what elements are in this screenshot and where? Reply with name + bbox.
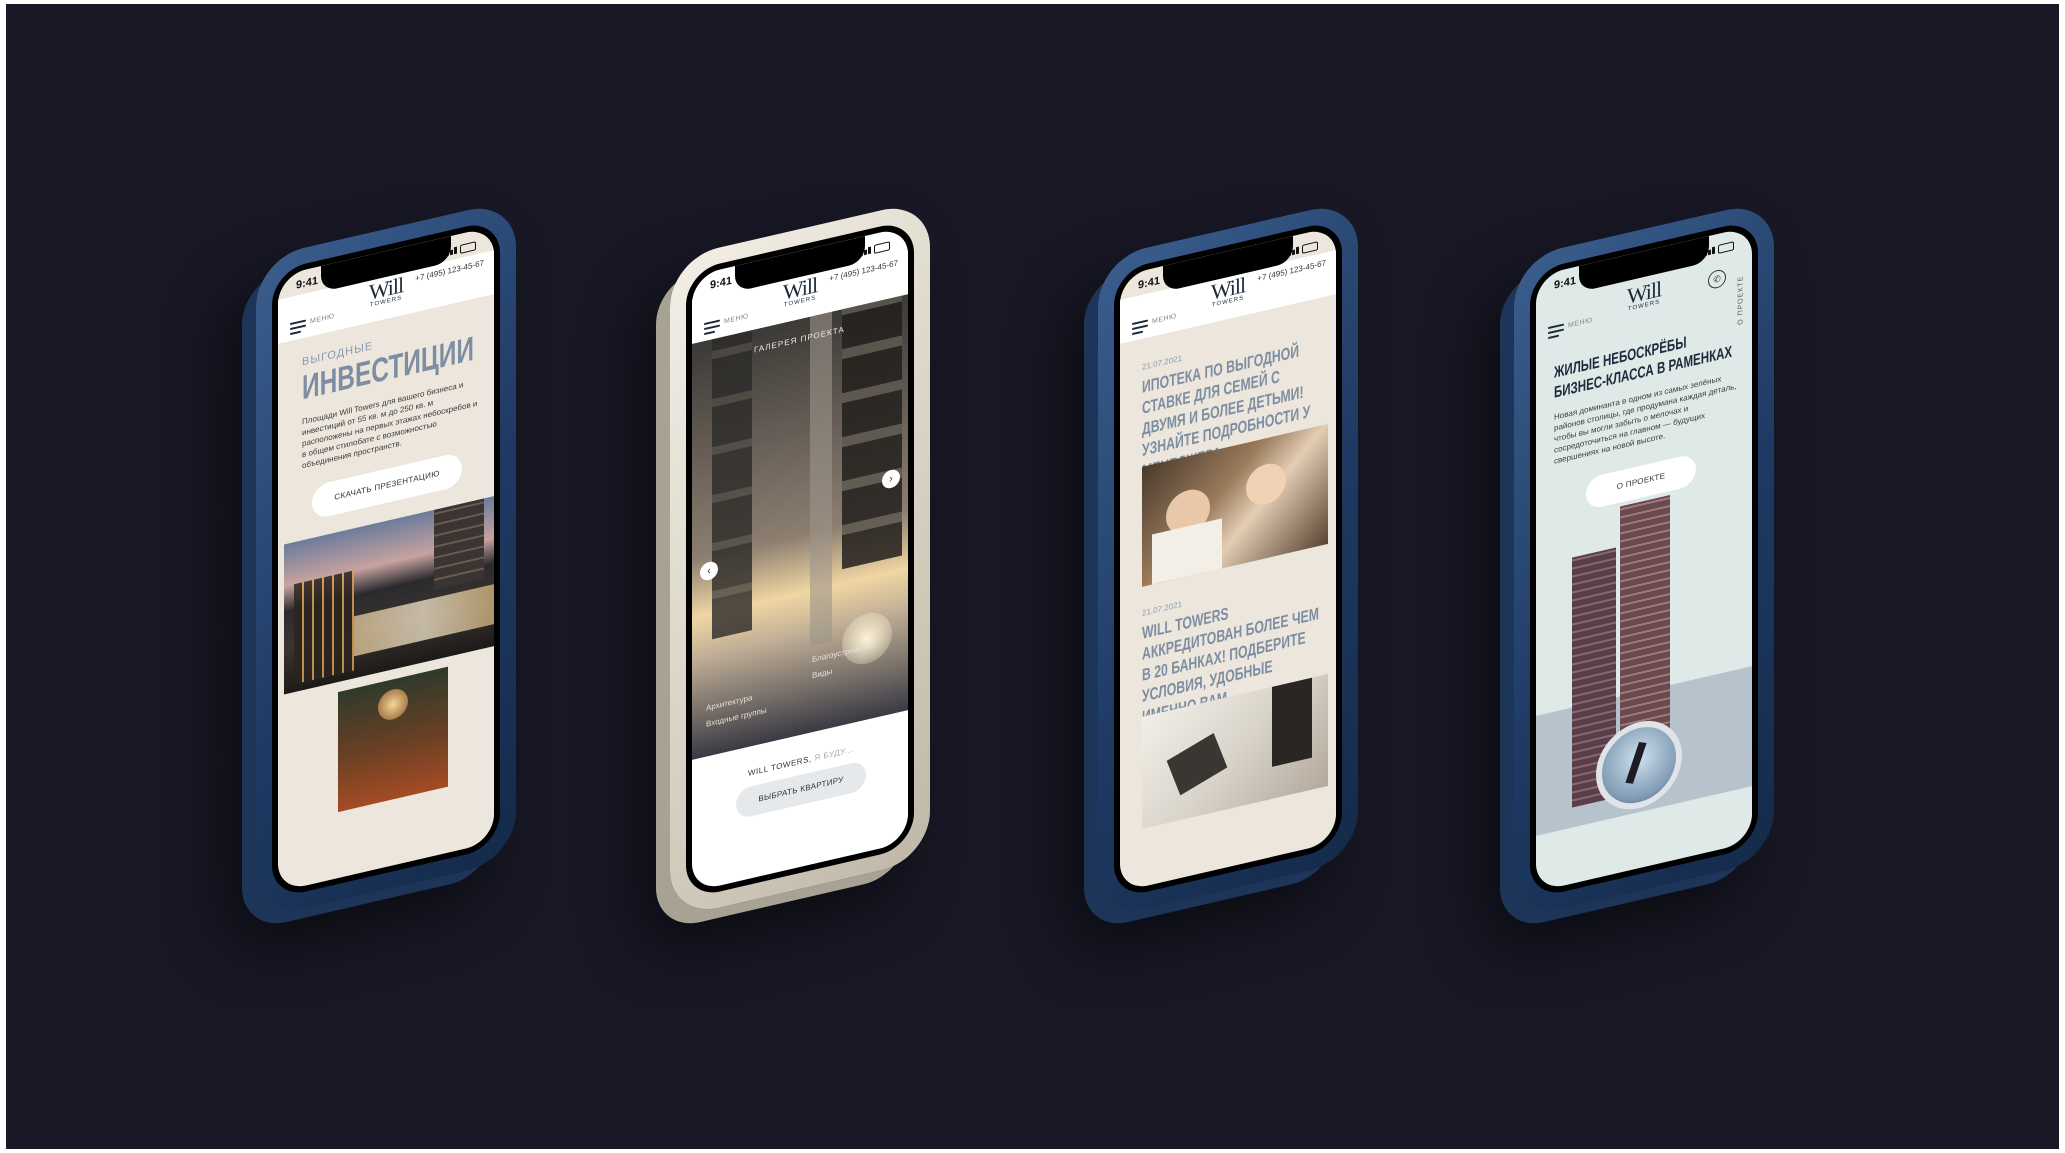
status-time: 9:41: [296, 274, 319, 292]
screen-news: 9:41 Will TOWERS +7 (495) 123-45-67 МЕНЮ …: [1120, 226, 1336, 892]
phone-mockup-investments: 9:41 Will TOWERS +7 (495) 123-45-67 МЕНЮ …: [256, 198, 516, 920]
mockup-background: 9:41 Will TOWERS +7 (495) 123-45-67 МЕНЮ …: [6, 4, 2059, 1149]
phone-mockup-gallery: 9:41 Will TOWERS +7 (495) 123-45-67 МЕНЮ …: [670, 198, 930, 920]
menu-label[interactable]: МЕНЮ: [1152, 313, 1177, 326]
interior-image: [338, 666, 448, 813]
menu-label[interactable]: МЕНЮ: [724, 313, 749, 326]
phone-screen: 9:41 Will TOWERS МЕНЮ ✆ О ПРОЕКТЕ ЖИЛЫЕ Н…: [1530, 218, 1758, 900]
menu-label[interactable]: МЕНЮ: [1568, 317, 1593, 330]
menu-icon[interactable]: [1132, 319, 1148, 336]
phone-mockup-about: 9:41 Will TOWERS МЕНЮ ✆ О ПРОЕКТЕ ЖИЛЫЕ Н…: [1514, 198, 1774, 920]
logo[interactable]: Will TOWERS: [1627, 276, 1661, 313]
phone-screen: 9:41 Will TOWERS +7 (495) 123-45-67 МЕНЮ …: [1114, 218, 1342, 900]
logo[interactable]: Will TOWERS: [783, 272, 817, 309]
screen-about: 9:41 Will TOWERS МЕНЮ ✆ О ПРОЕКТЕ ЖИЛЫЕ Н…: [1536, 226, 1752, 892]
menu-icon[interactable]: [704, 319, 720, 336]
tagline-suffix: Я БУДУ...: [814, 744, 853, 763]
status-time: 9:41: [1138, 274, 1161, 292]
phone-call-icon[interactable]: ✆: [1708, 268, 1726, 291]
building-render-image: [284, 494, 494, 695]
menu-icon[interactable]: [1548, 323, 1564, 340]
logo[interactable]: Will TOWERS: [369, 272, 403, 309]
status-time: 9:41: [1554, 274, 1577, 292]
screen-investments: 9:41 Will TOWERS +7 (495) 123-45-67 МЕНЮ …: [278, 226, 494, 892]
menu-label[interactable]: МЕНЮ: [310, 313, 335, 326]
status-time: 9:41: [710, 274, 733, 292]
phone-mockup-news: 9:41 Will TOWERS +7 (495) 123-45-67 МЕНЮ …: [1098, 198, 1358, 920]
phone-screen: 9:41 Will TOWERS +7 (495) 123-45-67 МЕНЮ …: [686, 218, 914, 900]
logo[interactable]: Will TOWERS: [1211, 272, 1245, 309]
phone-screen: 9:41 Will TOWERS +7 (495) 123-45-67 МЕНЮ …: [272, 218, 500, 900]
menu-icon[interactable]: [290, 319, 306, 336]
gallery-photo: [692, 294, 908, 760]
screen-gallery: 9:41 Will TOWERS +7 (495) 123-45-67 МЕНЮ …: [692, 226, 908, 892]
